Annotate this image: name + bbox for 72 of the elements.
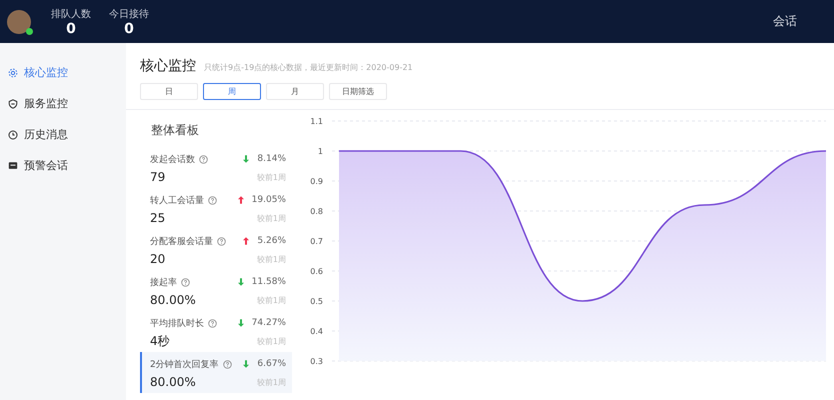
metric-card[interactable]: 转人工会话量 19.05% 25 较前1周	[140, 188, 292, 229]
nav-link[interactable]: 会话	[773, 13, 797, 30]
shield-icon	[8, 98, 18, 108]
down-arrow-icon	[243, 360, 250, 368]
metric-card[interactable]: 平均排队时长 74.27% 4秒 较前1周	[140, 311, 292, 352]
down-arrow-icon	[243, 155, 250, 163]
period-tab[interactable]: 月	[266, 83, 324, 100]
period-tab[interactable]: 日期筛选	[329, 83, 387, 100]
compare-label: 较前1周	[256, 336, 286, 346]
y-axis-label: 1	[318, 147, 323, 156]
metric-value: 4秒	[150, 332, 170, 350]
down-arrow-icon	[238, 319, 244, 327]
y-axis-label: 0.3	[310, 357, 323, 366]
metric-label: 接起率	[150, 276, 177, 288]
stat-value: 0	[124, 20, 134, 36]
help-icon[interactable]	[208, 318, 217, 328]
page-title: 核心监控	[140, 57, 196, 75]
period-tab[interactable]: 日	[140, 83, 198, 100]
metric-change: 6.67%	[257, 359, 286, 369]
metric-value: 79	[150, 170, 166, 184]
sidebar-item[interactable]: 服务监控	[0, 88, 126, 119]
metric-change: 19.05%	[252, 195, 286, 205]
metric-value: 25	[150, 211, 166, 225]
help-icon[interactable]	[181, 278, 190, 286]
metric-value: 80.00%	[150, 375, 196, 389]
period-tab[interactable]: 周	[203, 83, 261, 100]
metric-change: 8.14%	[257, 154, 286, 164]
page-subtitle: 只统计9点-19点的核心数据，最近更新时间：2020-09-21	[204, 62, 413, 73]
help-icon[interactable]	[222, 360, 232, 368]
metric-card[interactable]: 接起率 11.58% 80.00% 较前1周	[140, 270, 292, 311]
y-axis-label: 0.8	[310, 207, 323, 216]
sidebar-item[interactable]: 预警会话	[0, 150, 126, 181]
compare-label: 较前1周	[256, 294, 286, 306]
compare-label: 较前1周	[256, 172, 286, 182]
compare-label: 较前1周	[256, 212, 286, 224]
help-icon[interactable]	[217, 236, 226, 246]
metric-value: 20	[150, 252, 166, 266]
up-arrow-icon	[238, 196, 244, 204]
metric-label: 分配客服会话量	[150, 236, 213, 248]
y-axis-label: 0.4	[310, 327, 323, 336]
metric-label: 2分钟首次回复率	[150, 358, 219, 370]
metric-label: 发起会话数	[150, 154, 195, 166]
metric-change: 74.27%	[252, 318, 286, 328]
stat-label: 排队人数	[51, 8, 91, 20]
metric-card[interactable]: 分配客服会话量 5.26% 20 较前1周	[140, 229, 292, 270]
metric-label: 平均排队时长	[150, 318, 204, 330]
y-axis-label: 0.5	[310, 297, 323, 306]
up-arrow-icon	[243, 237, 250, 245]
metric-value: 80.00%	[150, 293, 196, 307]
metric-change: 5.26%	[257, 236, 286, 246]
gear-icon	[8, 68, 18, 78]
sidebar-item[interactable]: 核心监控	[0, 57, 126, 88]
board-title: 整体看板	[150, 122, 200, 139]
avatar[interactable]	[7, 10, 31, 34]
y-axis-label: 0.9	[310, 177, 323, 186]
metric-card[interactable]: 2分钟首次回复率 6.67% 80.00% 较前1周	[140, 352, 292, 393]
help-icon[interactable]	[199, 154, 208, 164]
metric-change: 11.58%	[252, 277, 286, 287]
compare-label: 较前1周	[256, 254, 286, 264]
metric-card[interactable]: 发起会话数 8.14% 79 较前1周	[140, 147, 292, 188]
chat-icon	[8, 160, 18, 170]
down-arrow-icon	[238, 278, 244, 286]
sidebar-item[interactable]: 历史消息	[0, 119, 126, 150]
metric-label: 转人工会话量	[150, 194, 204, 206]
y-axis-label: 0.7	[310, 237, 323, 246]
help-icon[interactable]	[208, 196, 217, 204]
y-axis-label: 0.6	[310, 267, 323, 276]
stat-label: 今日接待	[109, 8, 149, 20]
stat-value: 0	[66, 20, 76, 36]
clock-icon	[8, 130, 18, 140]
y-axis-label: 1.1	[310, 117, 323, 126]
compare-label: 较前1周	[256, 376, 286, 388]
